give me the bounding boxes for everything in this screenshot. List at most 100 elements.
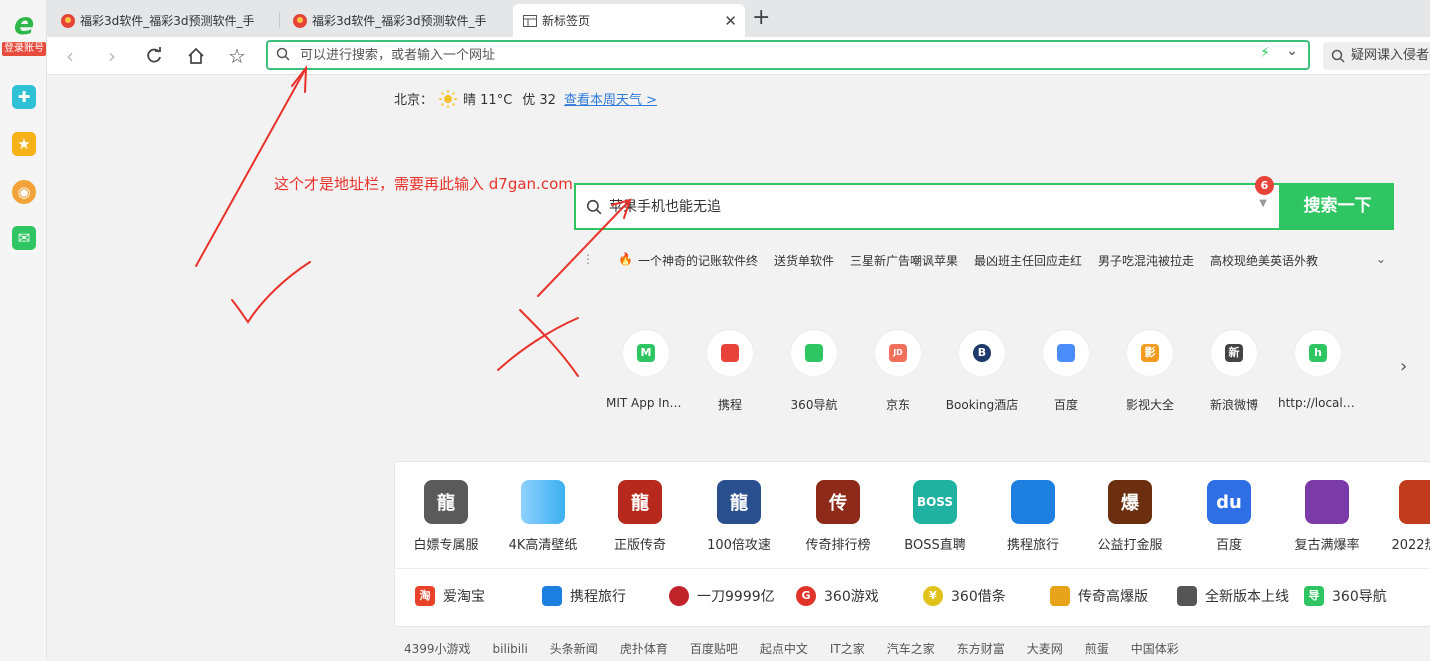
weather-condition: 晴 11°C [463,93,513,108]
home-icon[interactable] [183,43,209,69]
app-item[interactable]: 传传奇排行榜 [792,480,884,553]
bottom-link[interactable]: 虎扑体育 [620,642,668,656]
dropdown-triangle-icon[interactable]: ▼ [1259,198,1267,209]
lightning-icon[interactable]: ⚡ [1260,45,1270,61]
bottom-link[interactable]: 东方财富 [957,642,1005,656]
hot-search-item[interactable]: 最凶班主任回应走红 [974,252,1082,269]
more-dots-icon[interactable]: ⋮ [582,252,594,266]
hot-search-item[interactable]: 三星新广告嘲讽苹果 [850,252,958,269]
app-item[interactable]: 龍白嫖专属服 [400,480,492,553]
quick-link-baidu[interactable]: 百度 [1024,330,1108,413]
main-search-input[interactable] [609,197,1209,217]
tab-title: 福彩3d软件_福彩3d预测软件_手 [312,14,487,28]
boss-icon: BOSS [913,480,957,524]
bottom-link[interactable]: 4399小游戏 [404,642,471,656]
weekly-weather-link[interactable]: 查看本周天气 > [564,89,657,108]
quick-link-mit[interactable]: M MIT App Inv... [604,330,688,410]
tab-title: 福彩3d软件_福彩3d预测软件_手 [80,14,255,28]
link-label: 爱淘宝 [443,589,485,605]
link-item[interactable]: G 360游戏 [796,586,879,606]
new-tab-plus-icon[interactable]: + [752,6,770,30]
app-item[interactable]: 爆公益打金服 [1084,480,1176,553]
bottom-link[interactable]: 头条新闻 [550,642,598,656]
link-item[interactable]: ¥360借条 [923,586,1006,606]
sun-icon [439,89,458,108]
main-search-box[interactable]: ▼ [574,183,1281,230]
bottom-link[interactable]: 起点中文 [760,642,808,656]
quick-link-weibo[interactable]: 新新浪微博 [1192,330,1276,413]
hot-search-item[interactable]: 送货单软件 [774,252,834,269]
app-label: 百度 [1215,538,1242,553]
app-item[interactable]: 携程旅行 [987,480,1079,553]
mail-icon[interactable]: ✉ [12,226,36,250]
hot-search-item[interactable]: 一个神奇的记账软件终 [638,252,758,269]
chevron-down-icon[interactable]: ⌄ [1376,252,1386,266]
login-account-button[interactable]: 登录账号 [2,42,46,56]
back-arrow-icon[interactable]: ‹ [57,43,83,69]
forward-arrow-icon[interactable]: › [99,43,125,69]
quick-link-label: 携程 [717,398,742,412]
quick-link-localhost[interactable]: h http://localh... [1276,330,1360,410]
app-icon: 龍 [717,480,761,524]
quick-link-360[interactable]: 360导航 [772,330,856,413]
app-label: 2022热门 [1391,538,1430,553]
app-item[interactable]: 龍正版传奇 [594,480,686,553]
app-item[interactable]: BOSS BOSS直聘 [889,480,981,553]
bottom-link[interactable]: 煎蛋 [1085,642,1109,656]
site-favicon-icon [293,13,307,28]
bottom-link[interactable]: 百度贴吧 [690,642,738,656]
bottom-link[interactable]: IT之家 [830,642,865,656]
chevron-right-icon[interactable]: › [1400,356,1407,377]
address-bar[interactable]: ⚡ ⌄ [266,40,1310,70]
link-item[interactable]: 一刀9999亿 [669,586,775,606]
weibo-icon[interactable]: ◉ [12,180,36,204]
quick-link-booking[interactable]: B Booking酒店 [940,330,1024,413]
tab-fucai-1[interactable]: 福彩3d软件_福彩3d预测软件_手 [51,4,279,37]
localhost-icon: h [1309,344,1327,362]
jd-icon: JD [889,344,907,362]
bottom-link[interactable]: bilibili [493,642,528,656]
close-tab-icon[interactable]: ✕ [724,12,737,30]
baidu-icon [1057,344,1075,362]
quick-link-ctrip[interactable]: 携程 [688,330,772,413]
link-item[interactable]: 导 360导航 [1304,586,1387,606]
reload-icon[interactable] [141,43,167,69]
quick-link-video[interactable]: 影影视大全 [1108,330,1192,413]
link-item[interactable]: 携程旅行 [542,586,626,606]
plus-app-icon[interactable]: ✚ [12,85,36,109]
app-item[interactable]: 龍 100倍攻速 [693,480,785,553]
app-item[interactable]: 2022热门 [1375,480,1430,553]
hot-search-item[interactable]: 男子吃混沌被拉走 [1098,252,1194,269]
bottom-links: 4399小游戏 bilibili 头条新闻 虎扑体育 百度贴吧 起点中文 IT之家 汽车之家 东… [404,640,1201,657]
link-item[interactable]: 全新版本上线 [1177,586,1289,606]
app-item[interactable]: du 百度 [1183,480,1275,553]
star-favorites-icon[interactable]: ★ [12,132,36,156]
address-input[interactable] [300,45,1200,65]
app-label: 100倍攻速 [707,538,771,553]
cross-mark-icon [497,317,579,371]
bottom-link[interactable]: 大麦网 [1027,642,1063,656]
side-search-box[interactable]: 疑网课入侵者 [1323,42,1430,70]
browser-logo[interactable]: e 登录账号 [2,8,46,60]
tab-new-tab[interactable]: 新标签页 ✕ [513,4,745,37]
app-item[interactable]: 4K高清壁纸 [497,480,589,553]
bottom-link[interactable]: 汽车之家 [887,642,935,656]
game-icon [669,586,689,606]
link-label: 360导航 [1332,589,1387,605]
bottom-link[interactable]: 中国体彩 [1131,642,1179,656]
bookmark-star-icon[interactable]: ☆ [224,43,250,69]
taobao-icon: 淘 [415,586,435,606]
quick-link-jd[interactable]: JD 京东 [856,330,940,413]
chevron-down-icon[interactable]: ⌄ [1286,43,1298,59]
app-label: 复古满爆率 [1294,538,1360,553]
search-button[interactable]: 搜索一下 [1281,183,1394,230]
tab-fucai-2[interactable]: 福彩3d软件_福彩3d预测软件_手 [283,4,511,37]
link-item[interactable]: 淘爱淘宝 [415,586,485,606]
navigation-bar: ‹ › ☆ ⚡ ⌄ 疑网课入侵者 [47,37,1430,75]
app-label: 正版传奇 [613,538,666,553]
link-label: 传奇高爆版 [1078,589,1148,605]
hot-search-item[interactable]: 高校现绝美英语外教 [1210,252,1318,269]
annotation-text: 这个才是地址栏，需要再此输入 d7gan.com [274,175,573,193]
link-item[interactable]: 传奇高爆版 [1050,586,1148,606]
app-item[interactable]: 复古满爆率 [1281,480,1373,553]
